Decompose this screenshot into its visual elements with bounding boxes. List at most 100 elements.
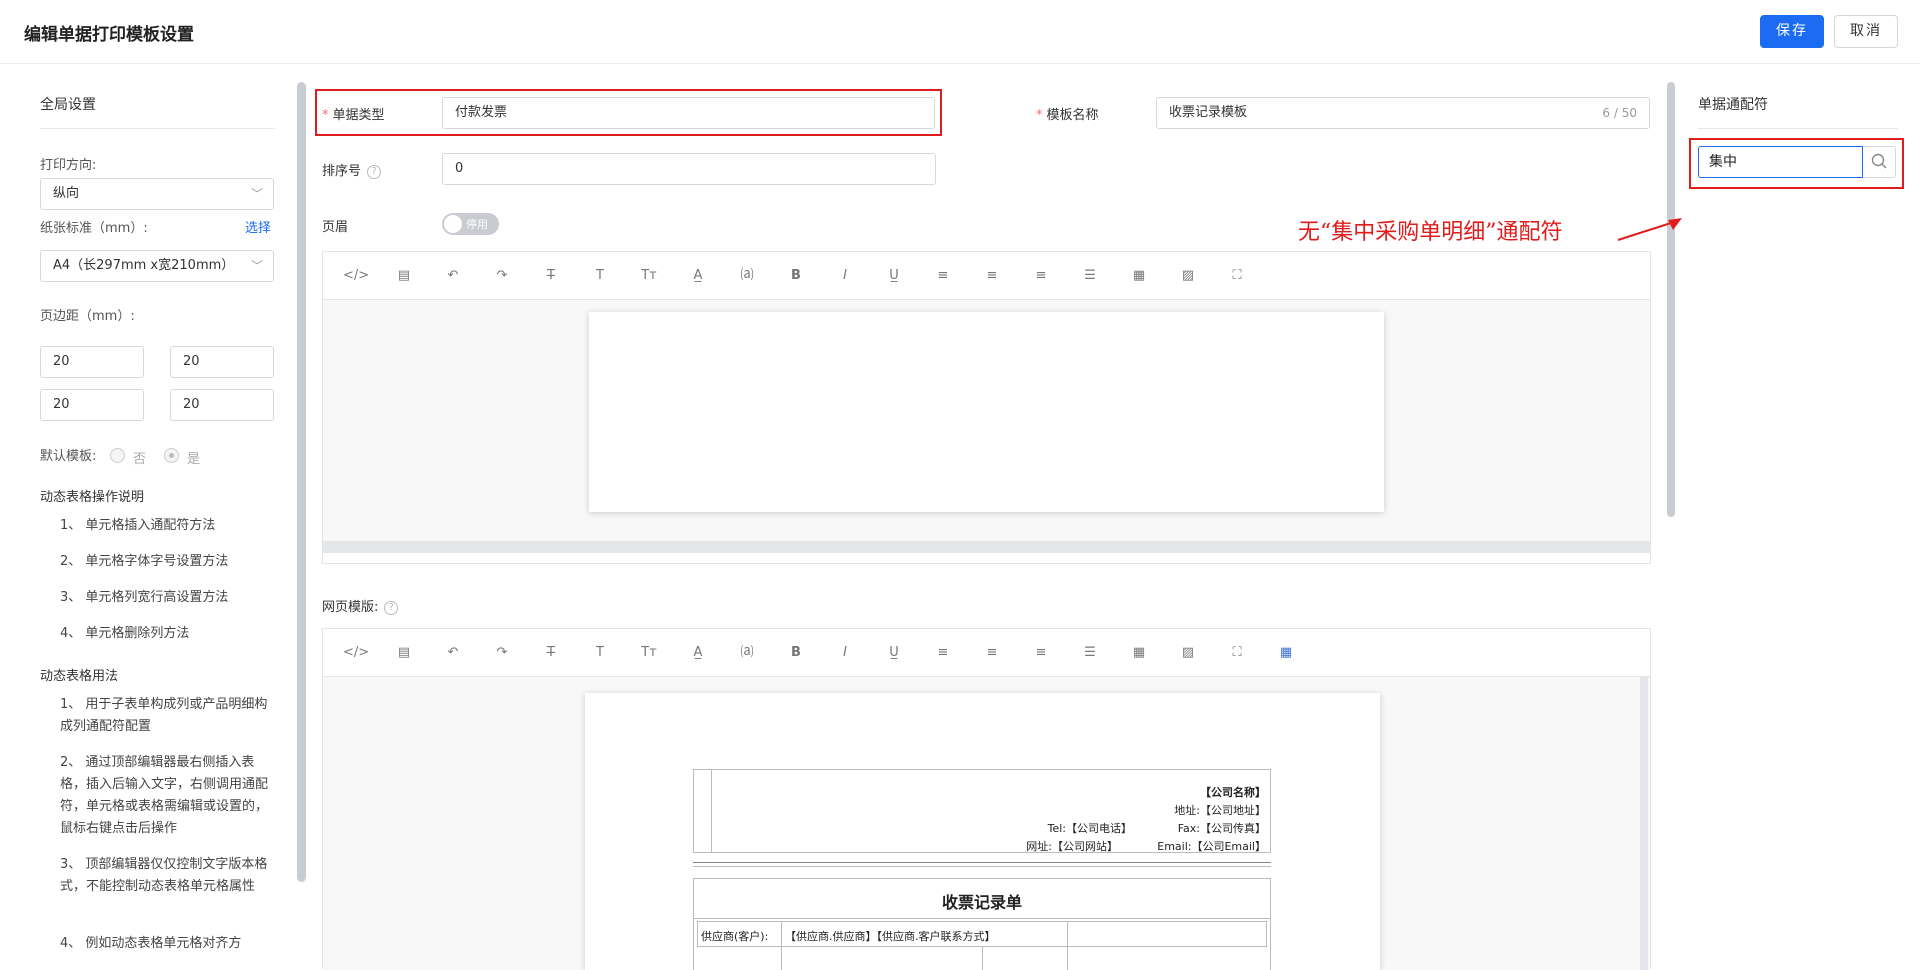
line-height-icon[interactable]: ☰ xyxy=(1078,264,1102,288)
web-template-paper[interactable]: 【公司名称】 地址:【公司地址】 Fax:【公司传真】 Tel:【公司电话】 E… xyxy=(585,693,1380,970)
editor-vertical-scrollbar[interactable] xyxy=(1640,677,1648,970)
dynamic-table-usage-title: 动态表格用法 xyxy=(40,669,119,684)
chevron-down-icon: ﹀ xyxy=(250,259,263,273)
highlight-box xyxy=(315,89,942,136)
code-icon[interactable]: </> xyxy=(343,264,369,288)
annotation-arrow xyxy=(1617,218,1682,241)
help-link[interactable]: 2、 单元格字体字号设置方法 xyxy=(60,551,275,573)
template-icon[interactable]: ▤ xyxy=(392,264,416,288)
default-no-radio[interactable] xyxy=(110,448,125,463)
table-border xyxy=(781,921,782,970)
font-icon[interactable]: T xyxy=(588,264,612,288)
header-paper[interactable] xyxy=(589,312,1384,512)
background-color-icon[interactable]: ⒜ xyxy=(735,641,759,665)
supplier-label: 供应商(客户): xyxy=(701,930,769,943)
separator-line xyxy=(693,862,1271,863)
wildcard-panel-title: 单据通配符 xyxy=(1698,97,1768,113)
template-name-label: * 模板名称 xyxy=(1036,108,1099,123)
paper-value: A4（长297mm x宽210mm） xyxy=(53,258,235,273)
company-name: 【公司名称】 xyxy=(1200,786,1266,799)
redo-icon[interactable]: ↷ xyxy=(490,264,514,288)
annotation-text: 无“集中采购单明细”通配符 xyxy=(1298,220,1563,245)
company-website: 网址:【公司网站】 xyxy=(1026,840,1118,853)
font-size-icon[interactable]: Tт xyxy=(637,264,661,288)
line-height-icon[interactable]: ☰ xyxy=(1078,641,1102,665)
toggle-label: 停用 xyxy=(466,218,488,231)
left-scrollbar[interactable] xyxy=(297,82,306,882)
undo-icon[interactable]: ↶ xyxy=(441,264,465,288)
strikethrough-icon[interactable]: T̶ xyxy=(539,641,563,665)
help-icon: ? xyxy=(384,600,399,615)
italic-icon[interactable]: I xyxy=(833,264,857,288)
help-link[interactable]: 1、 单元格插入通配符方法 xyxy=(60,515,275,537)
editor-body[interactable] xyxy=(323,300,1650,553)
sort-input[interactable]: 0 xyxy=(442,153,936,185)
chevron-down-icon: ﹀ xyxy=(250,187,263,201)
underline-icon[interactable]: U̲ xyxy=(882,641,906,665)
company-tel: Tel:【公司电话】 xyxy=(1047,822,1132,835)
align-left-icon[interactable]: ≡ xyxy=(931,641,955,665)
dynamic-table-icon[interactable]: ▦ xyxy=(1274,641,1298,665)
strikethrough-icon[interactable]: T̶ xyxy=(539,264,563,288)
align-center-icon[interactable]: ≡ xyxy=(980,641,1004,665)
underline-icon[interactable]: U̲ xyxy=(882,264,906,288)
header-label: 页眉 xyxy=(322,220,349,235)
web-template-label: 网页模版:? xyxy=(322,596,399,615)
save-button[interactable]: 保存 xyxy=(1760,15,1824,48)
template-name-input[interactable]: 收票记录模板 6 / 50 xyxy=(1156,97,1650,129)
margin-bottom-input[interactable]: 20 xyxy=(170,346,274,378)
header-toggle[interactable]: 停用 xyxy=(442,213,499,235)
font-color-icon[interactable]: A̲ xyxy=(686,641,710,665)
table-border xyxy=(982,947,983,970)
editor-body[interactable]: 【公司名称】 地址:【公司地址】 Fax:【公司传真】 Tel:【公司电话】 E… xyxy=(323,677,1650,970)
align-right-icon[interactable]: ≡ xyxy=(1029,641,1053,665)
template-icon[interactable]: ▤ xyxy=(392,641,416,665)
code-icon[interactable]: </> xyxy=(343,641,369,665)
image-icon[interactable]: ▨ xyxy=(1176,264,1200,288)
table-icon[interactable]: ▦ xyxy=(1127,264,1151,288)
orientation-label: 打印方向: xyxy=(40,158,97,173)
align-right-icon[interactable]: ≡ xyxy=(1029,264,1053,288)
bold-icon[interactable]: B xyxy=(784,264,808,288)
middle-scrollbar[interactable] xyxy=(1667,82,1675,517)
default-no-label: 否 xyxy=(133,452,147,467)
header-editor: </> ▤ ↶ ↷ T̶ T Tт A̲ ⒜ B I U̲ ≡ ≡ ≡ ☰ ▦ ▨ ⛶ xyxy=(322,251,1651,564)
italic-icon[interactable]: I xyxy=(833,641,857,665)
paper-select[interactable]: A4（长297mm x宽210mm） ﹀ xyxy=(40,250,274,282)
table-icon[interactable]: ▦ xyxy=(1127,641,1151,665)
bold-icon[interactable]: B xyxy=(784,641,808,665)
receipt-title: 收票记录单 xyxy=(941,893,1022,912)
margin-left-input[interactable]: 20 xyxy=(40,389,144,421)
table-border xyxy=(1067,921,1068,970)
editor-horizontal-scrollbar[interactable] xyxy=(323,541,1650,553)
help-link[interactable]: 3、 单元格列宽行高设置方法 xyxy=(60,587,275,609)
help-link[interactable]: 4、 单元格删除列方法 xyxy=(60,623,275,645)
font-size-icon[interactable]: Tт xyxy=(637,641,661,665)
fullscreen-icon[interactable]: ⛶ xyxy=(1225,264,1249,288)
char-counter: 6 / 50 xyxy=(1602,106,1637,120)
sort-label: 排序号? xyxy=(322,160,382,179)
margin-label: 页边距（mm）: xyxy=(40,309,135,324)
paper-select-link[interactable]: 选择 xyxy=(245,217,271,236)
margin-right-input[interactable]: 20 xyxy=(170,389,274,421)
undo-icon[interactable]: ↶ xyxy=(441,641,465,665)
default-template-label: 默认模板: xyxy=(40,449,97,464)
align-center-icon[interactable]: ≡ xyxy=(980,264,1004,288)
arrow-head xyxy=(1668,218,1682,230)
redo-icon[interactable]: ↷ xyxy=(490,641,514,665)
help-icon: ? xyxy=(367,164,382,179)
global-settings-title: 全局设置 xyxy=(40,97,96,113)
orientation-select[interactable]: 纵向 ﹀ xyxy=(40,178,274,210)
orientation-value: 纵向 xyxy=(53,186,80,201)
paper-label: 纸张标准（mm）: xyxy=(40,221,148,236)
font-color-icon[interactable]: A̲ xyxy=(686,264,710,288)
web-template-editor: </> ▤ ↶ ↷ T̶ T Tт A̲ ⒜ B I U̲ ≡ ≡ ≡ ☰ ▦ ▨ ⛶ ▦ 【公司名称】 地址:【公司… xyxy=(322,628,1651,970)
default-yes-radio[interactable] xyxy=(164,448,179,463)
image-icon[interactable]: ▨ xyxy=(1176,641,1200,665)
cancel-button[interactable]: 取消 xyxy=(1834,15,1898,48)
align-left-icon[interactable]: ≡ xyxy=(931,264,955,288)
fullscreen-icon[interactable]: ⛶ xyxy=(1225,641,1249,665)
font-icon[interactable]: T xyxy=(588,641,612,665)
background-color-icon[interactable]: ⒜ xyxy=(735,264,759,288)
margin-top-input[interactable]: 20 xyxy=(40,346,144,378)
